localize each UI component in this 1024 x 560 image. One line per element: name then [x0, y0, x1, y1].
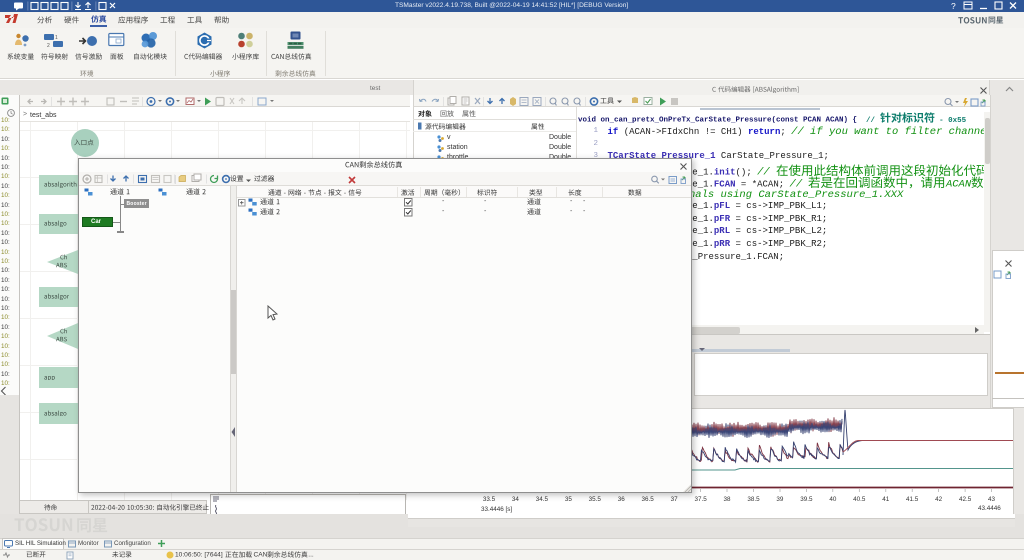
svg-text:1: 1	[55, 35, 58, 41]
svg-text:?: ?	[951, 1, 956, 11]
svg-text:2: 2	[47, 43, 50, 49]
